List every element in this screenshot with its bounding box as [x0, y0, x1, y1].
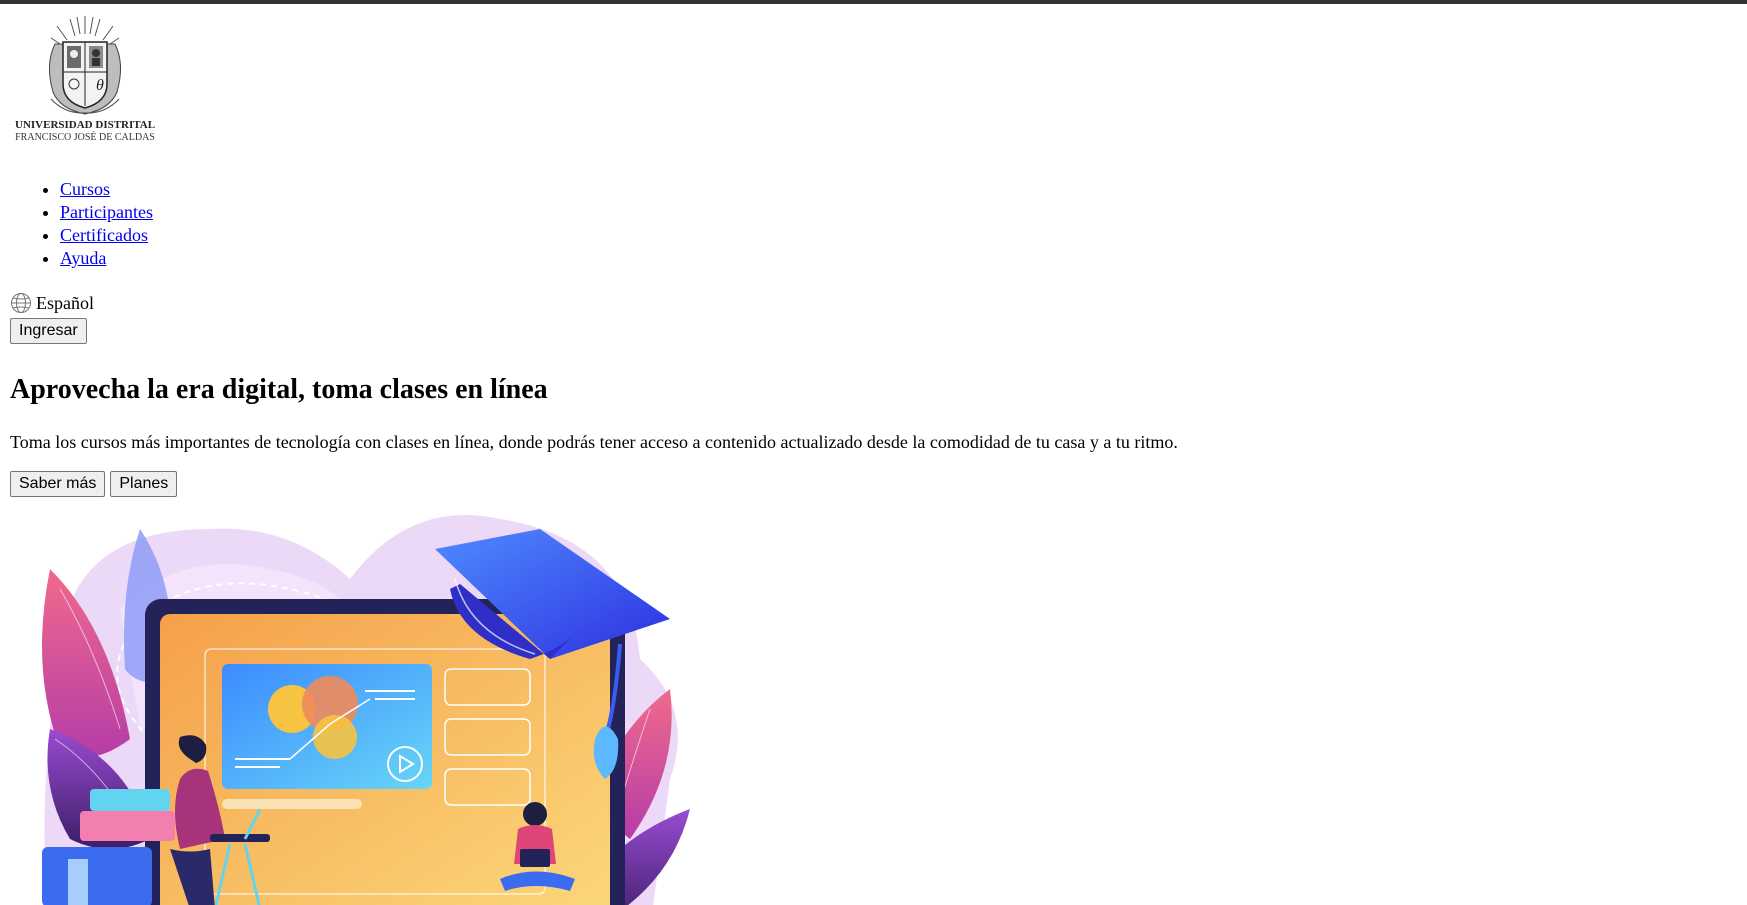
- nav-item-certificados: Certificados: [60, 224, 153, 247]
- browser-top-border: [0, 0, 1747, 4]
- globe-icon: [11, 293, 31, 313]
- hero-illustration: [30, 509, 695, 905]
- nav-item-participantes: Participantes: [60, 201, 153, 224]
- hero-description: Toma los cursos más importantes de tecno…: [10, 432, 1178, 452]
- nav-link-cursos[interactable]: Cursos: [60, 179, 110, 199]
- hero-actions: Saber más Planes: [10, 471, 178, 497]
- login-button[interactable]: Ingresar: [10, 318, 87, 344]
- online-learning-illustration: [42, 515, 690, 905]
- university-logo[interactable]: θ UNIVERSIDAD DISTRITAL FRANCISCO JOSÉ D…: [15, 14, 155, 149]
- svg-text:θ: θ: [96, 77, 104, 94]
- nav-link-participantes[interactable]: Participantes: [60, 202, 153, 222]
- language-selector[interactable]: Español: [10, 292, 94, 314]
- logo-wordmark-line1: UNIVERSIDAD DISTRITAL: [15, 119, 156, 131]
- hero-title: Aprovecha la era digital, toma clases en…: [10, 374, 548, 405]
- nav-link-ayuda[interactable]: Ayuda: [60, 248, 106, 268]
- learn-more-button[interactable]: Saber más: [10, 471, 106, 497]
- nav-item-ayuda: Ayuda: [60, 247, 153, 270]
- plans-button[interactable]: Planes: [110, 471, 178, 497]
- nav-item-cursos: Cursos: [60, 178, 153, 201]
- university-crest-icon: θ: [49, 16, 121, 115]
- logo-wordmark-line2: FRANCISCO JOSÉ DE CALDAS: [15, 132, 155, 143]
- language-label: Español: [36, 293, 94, 313]
- main-nav: Cursos Participantes Certificados Ayuda: [10, 178, 153, 270]
- nav-link-certificados[interactable]: Certificados: [60, 225, 148, 245]
